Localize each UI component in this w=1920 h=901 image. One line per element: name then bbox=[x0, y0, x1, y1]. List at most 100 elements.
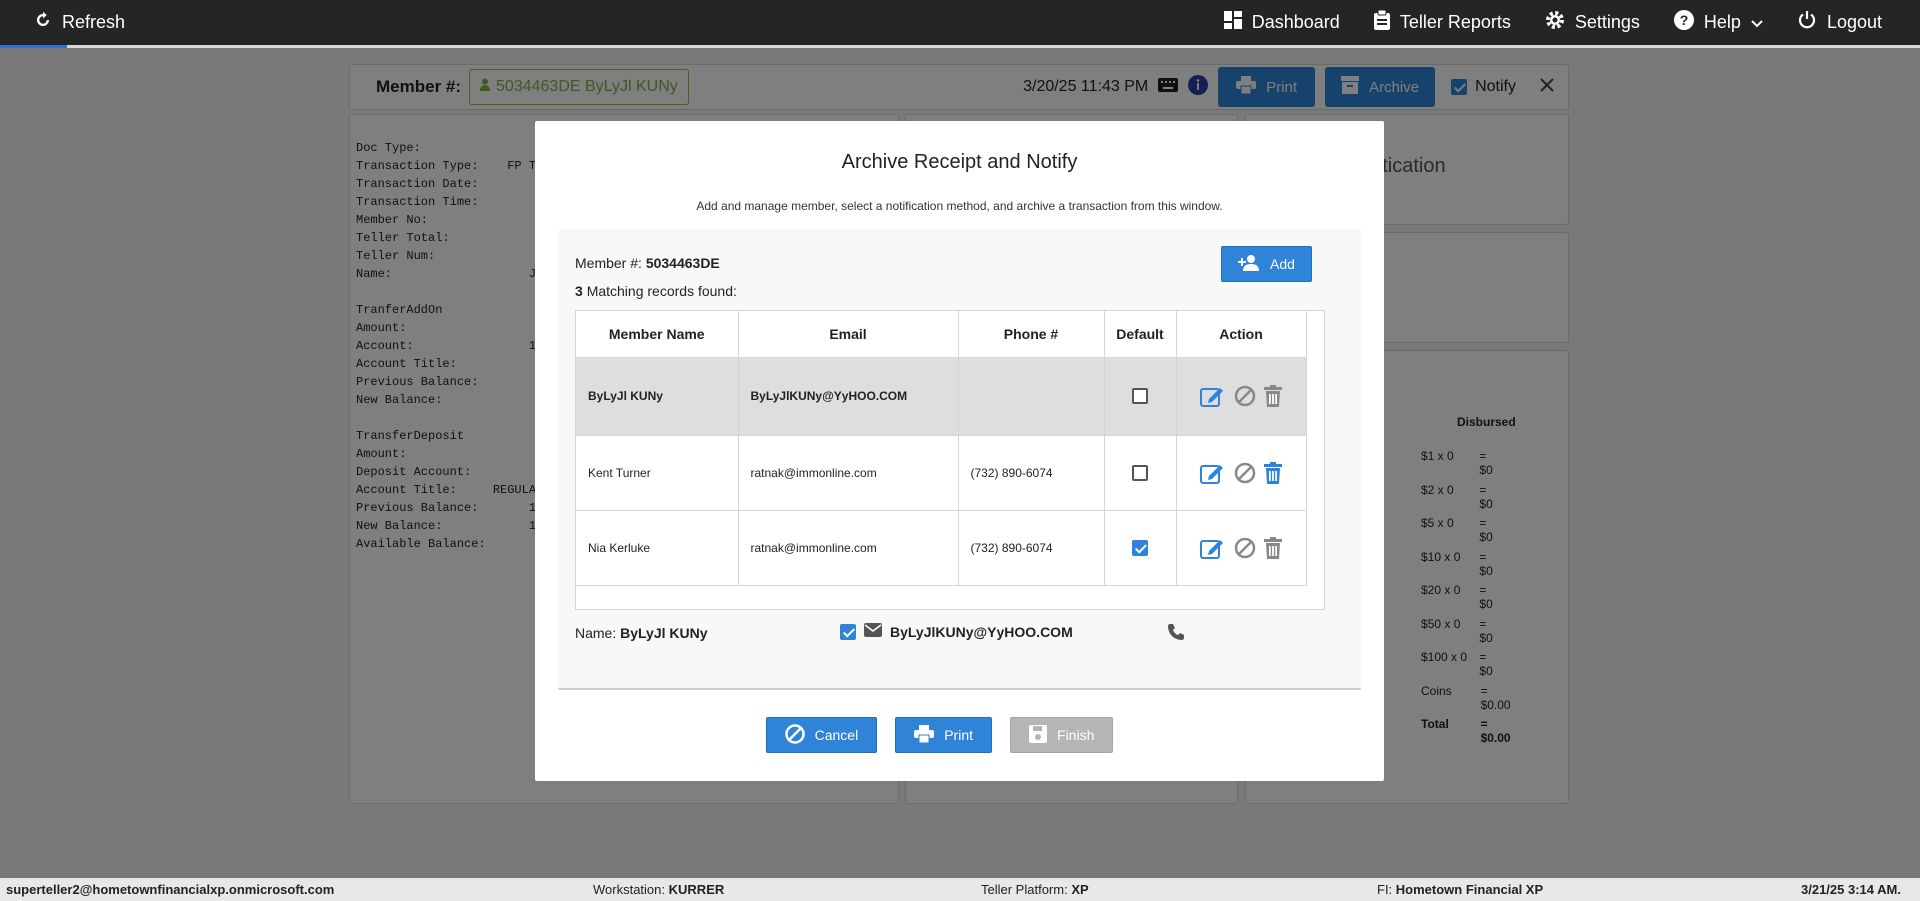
cell-action bbox=[1176, 357, 1307, 436]
status-datetime: 3/21/25 3:14 AM. bbox=[1801, 882, 1901, 897]
archive-notify-modal: Archive Receipt and Notify Add and manag… bbox=[535, 121, 1384, 781]
col-default: Default bbox=[1104, 311, 1177, 358]
nav-settings[interactable]: Settings bbox=[1545, 10, 1640, 35]
edit-icon[interactable] bbox=[1200, 385, 1226, 407]
members-table: Member Name Email Phone # Default Action… bbox=[576, 311, 1307, 586]
email-notify-group: ByLyJlKUNy@YyHOO.COM bbox=[840, 623, 1073, 640]
power-icon bbox=[1797, 10, 1817, 35]
status-fi: FI: Hometown Financial XP bbox=[1377, 882, 1543, 897]
default-checkbox[interactable] bbox=[1132, 464, 1148, 481]
default-checkbox[interactable] bbox=[1132, 539, 1148, 556]
cell-member-name: Kent Turner bbox=[576, 435, 739, 511]
finish-button[interactable]: Finish bbox=[1010, 717, 1114, 753]
edit-icon[interactable] bbox=[1200, 462, 1226, 484]
member-card: Member #: 5034463DE 3 Matching records f… bbox=[558, 229, 1361, 690]
save-icon bbox=[1029, 724, 1048, 746]
col-action: Action bbox=[1176, 311, 1307, 358]
cell-phone: (732) 890-6074 bbox=[958, 435, 1105, 511]
cell-default bbox=[1104, 510, 1177, 586]
cancel-icon bbox=[784, 723, 805, 747]
trash-icon[interactable] bbox=[1264, 536, 1282, 559]
nav-settings-label: Settings bbox=[1574, 12, 1640, 32]
nav-help[interactable]: ? Help bbox=[1673, 10, 1763, 35]
refresh-label: Refresh bbox=[62, 12, 126, 32]
svg-text:?: ? bbox=[1680, 12, 1689, 28]
edit-icon[interactable] bbox=[1200, 537, 1226, 559]
selected-name-value: ByLyJl KUNy bbox=[620, 625, 708, 641]
status-user-value: superteller2@hometownfinancialxp.onmicro… bbox=[6, 882, 335, 897]
nav-logout[interactable]: Logout bbox=[1797, 10, 1882, 35]
nav-teller-reports-label: Teller Reports bbox=[1399, 12, 1511, 32]
ban-icon[interactable] bbox=[1234, 462, 1256, 484]
cell-phone: (732) 890-6074 bbox=[958, 510, 1105, 586]
table-row[interactable]: Nia Kerluke ratnak@immonline.com (732) 890… bbox=[576, 510, 1307, 586]
members-table-wrapper: Member Name Email Phone # Default Action… bbox=[575, 310, 1325, 610]
table-row[interactable]: ByLyJl KUNy ByLyJlKUNy@YyHOO.COM bbox=[576, 357, 1307, 436]
records-count-value: 3 bbox=[575, 283, 583, 299]
refresh-button[interactable]: Refresh bbox=[34, 11, 125, 34]
add-member-label: Add bbox=[1270, 256, 1295, 272]
refresh-icon bbox=[34, 11, 52, 34]
status-platform: Teller Platform: XP bbox=[981, 882, 1089, 897]
selected-name: Name: ByLyJl KUNy bbox=[575, 625, 708, 641]
status-datetime-value: 3/21/25 3:14 AM. bbox=[1801, 882, 1901, 897]
printer-icon bbox=[914, 724, 935, 746]
status-bar: superteller2@hometownfinancialxp.onmicro… bbox=[0, 878, 1920, 901]
ban-icon[interactable] bbox=[1234, 385, 1256, 407]
cancel-button[interactable]: Cancel bbox=[765, 717, 878, 753]
status-user: superteller2@hometownfinancialxp.onmicro… bbox=[6, 882, 334, 897]
modal-footer: Cancel Print Finish bbox=[515, 717, 1364, 753]
status-workstation-label: Workstation: bbox=[593, 882, 666, 897]
status-platform-value: XP bbox=[1071, 882, 1089, 897]
ban-icon[interactable] bbox=[1234, 537, 1256, 559]
cell-email: ratnak@immonline.com bbox=[738, 435, 959, 511]
add-user-icon bbox=[1238, 254, 1260, 274]
print-label: Print bbox=[944, 727, 974, 743]
cell-email: ByLyJlKUNy@YyHOO.COM bbox=[738, 357, 959, 436]
print-button[interactable]: Print bbox=[895, 717, 993, 753]
table-row[interactable]: Kent Turner ratnak@immonline.com (732) 890… bbox=[576, 435, 1307, 511]
cell-action bbox=[1176, 435, 1307, 511]
envelope-icon bbox=[864, 623, 882, 640]
phone-icon[interactable] bbox=[1167, 623, 1185, 644]
selected-member-row: Name: ByLyJl KUNy ByLyJlKUNy@YyHOO.COM bbox=[575, 623, 1345, 647]
member-number-value: 5034463DE bbox=[645, 255, 720, 271]
nav-help-label: Help bbox=[1703, 12, 1741, 32]
member-number: Member #: 5034463DE bbox=[575, 255, 720, 271]
col-phone: Phone # bbox=[958, 311, 1105, 358]
records-count-label: Matching records found: bbox=[586, 283, 737, 299]
clipboard-icon bbox=[1373, 9, 1390, 35]
selected-name-label: Name: bbox=[575, 625, 617, 641]
status-workstation-value: KURRER bbox=[668, 882, 725, 897]
modal-subtitle: Add and manage member, select a notifica… bbox=[696, 199, 1223, 213]
trash-icon[interactable] bbox=[1264, 461, 1282, 484]
nav-dashboard[interactable]: Dashboard bbox=[1223, 11, 1340, 34]
col-email: Email bbox=[738, 311, 959, 358]
status-fi-label: FI: bbox=[1377, 882, 1393, 897]
status-fi-value: Hometown Financial XP bbox=[1395, 882, 1544, 897]
default-checkbox[interactable] bbox=[1132, 388, 1148, 404]
dashboard-icon bbox=[1223, 11, 1242, 34]
cell-action bbox=[1176, 510, 1307, 586]
email-notify-value: ByLyJlKUNy@YyHOO.COM bbox=[890, 623, 1073, 640]
cell-member-name: Nia Kerluke bbox=[576, 510, 739, 586]
top-navbar: Refresh Dashboard Teller Reports Setting… bbox=[0, 0, 1920, 45]
status-workstation: Workstation: KURRER bbox=[593, 882, 724, 897]
add-member-button[interactable]: Add bbox=[1221, 246, 1312, 282]
trash-icon[interactable] bbox=[1264, 385, 1282, 407]
nav-dashboard-label: Dashboard bbox=[1251, 12, 1340, 32]
col-member-name: Member Name bbox=[576, 311, 739, 358]
gear-icon bbox=[1545, 10, 1565, 35]
email-notify-checkbox[interactable] bbox=[840, 623, 856, 640]
nav-logout-label: Logout bbox=[1826, 12, 1882, 32]
cell-email: ratnak@immonline.com bbox=[738, 510, 959, 586]
nav-teller-reports[interactable]: Teller Reports bbox=[1373, 9, 1511, 35]
records-count: 3 Matching records found: bbox=[575, 283, 737, 299]
modal-title: Archive Receipt and Notify bbox=[841, 151, 1078, 173]
cell-default bbox=[1104, 357, 1177, 436]
chevron-down-icon bbox=[1751, 12, 1763, 33]
status-platform-label: Teller Platform: bbox=[981, 882, 1068, 897]
cell-member-name: ByLyJl KUNy bbox=[576, 357, 739, 436]
member-number-label: Member #: bbox=[575, 255, 642, 271]
finish-label: Finish bbox=[1057, 727, 1095, 743]
